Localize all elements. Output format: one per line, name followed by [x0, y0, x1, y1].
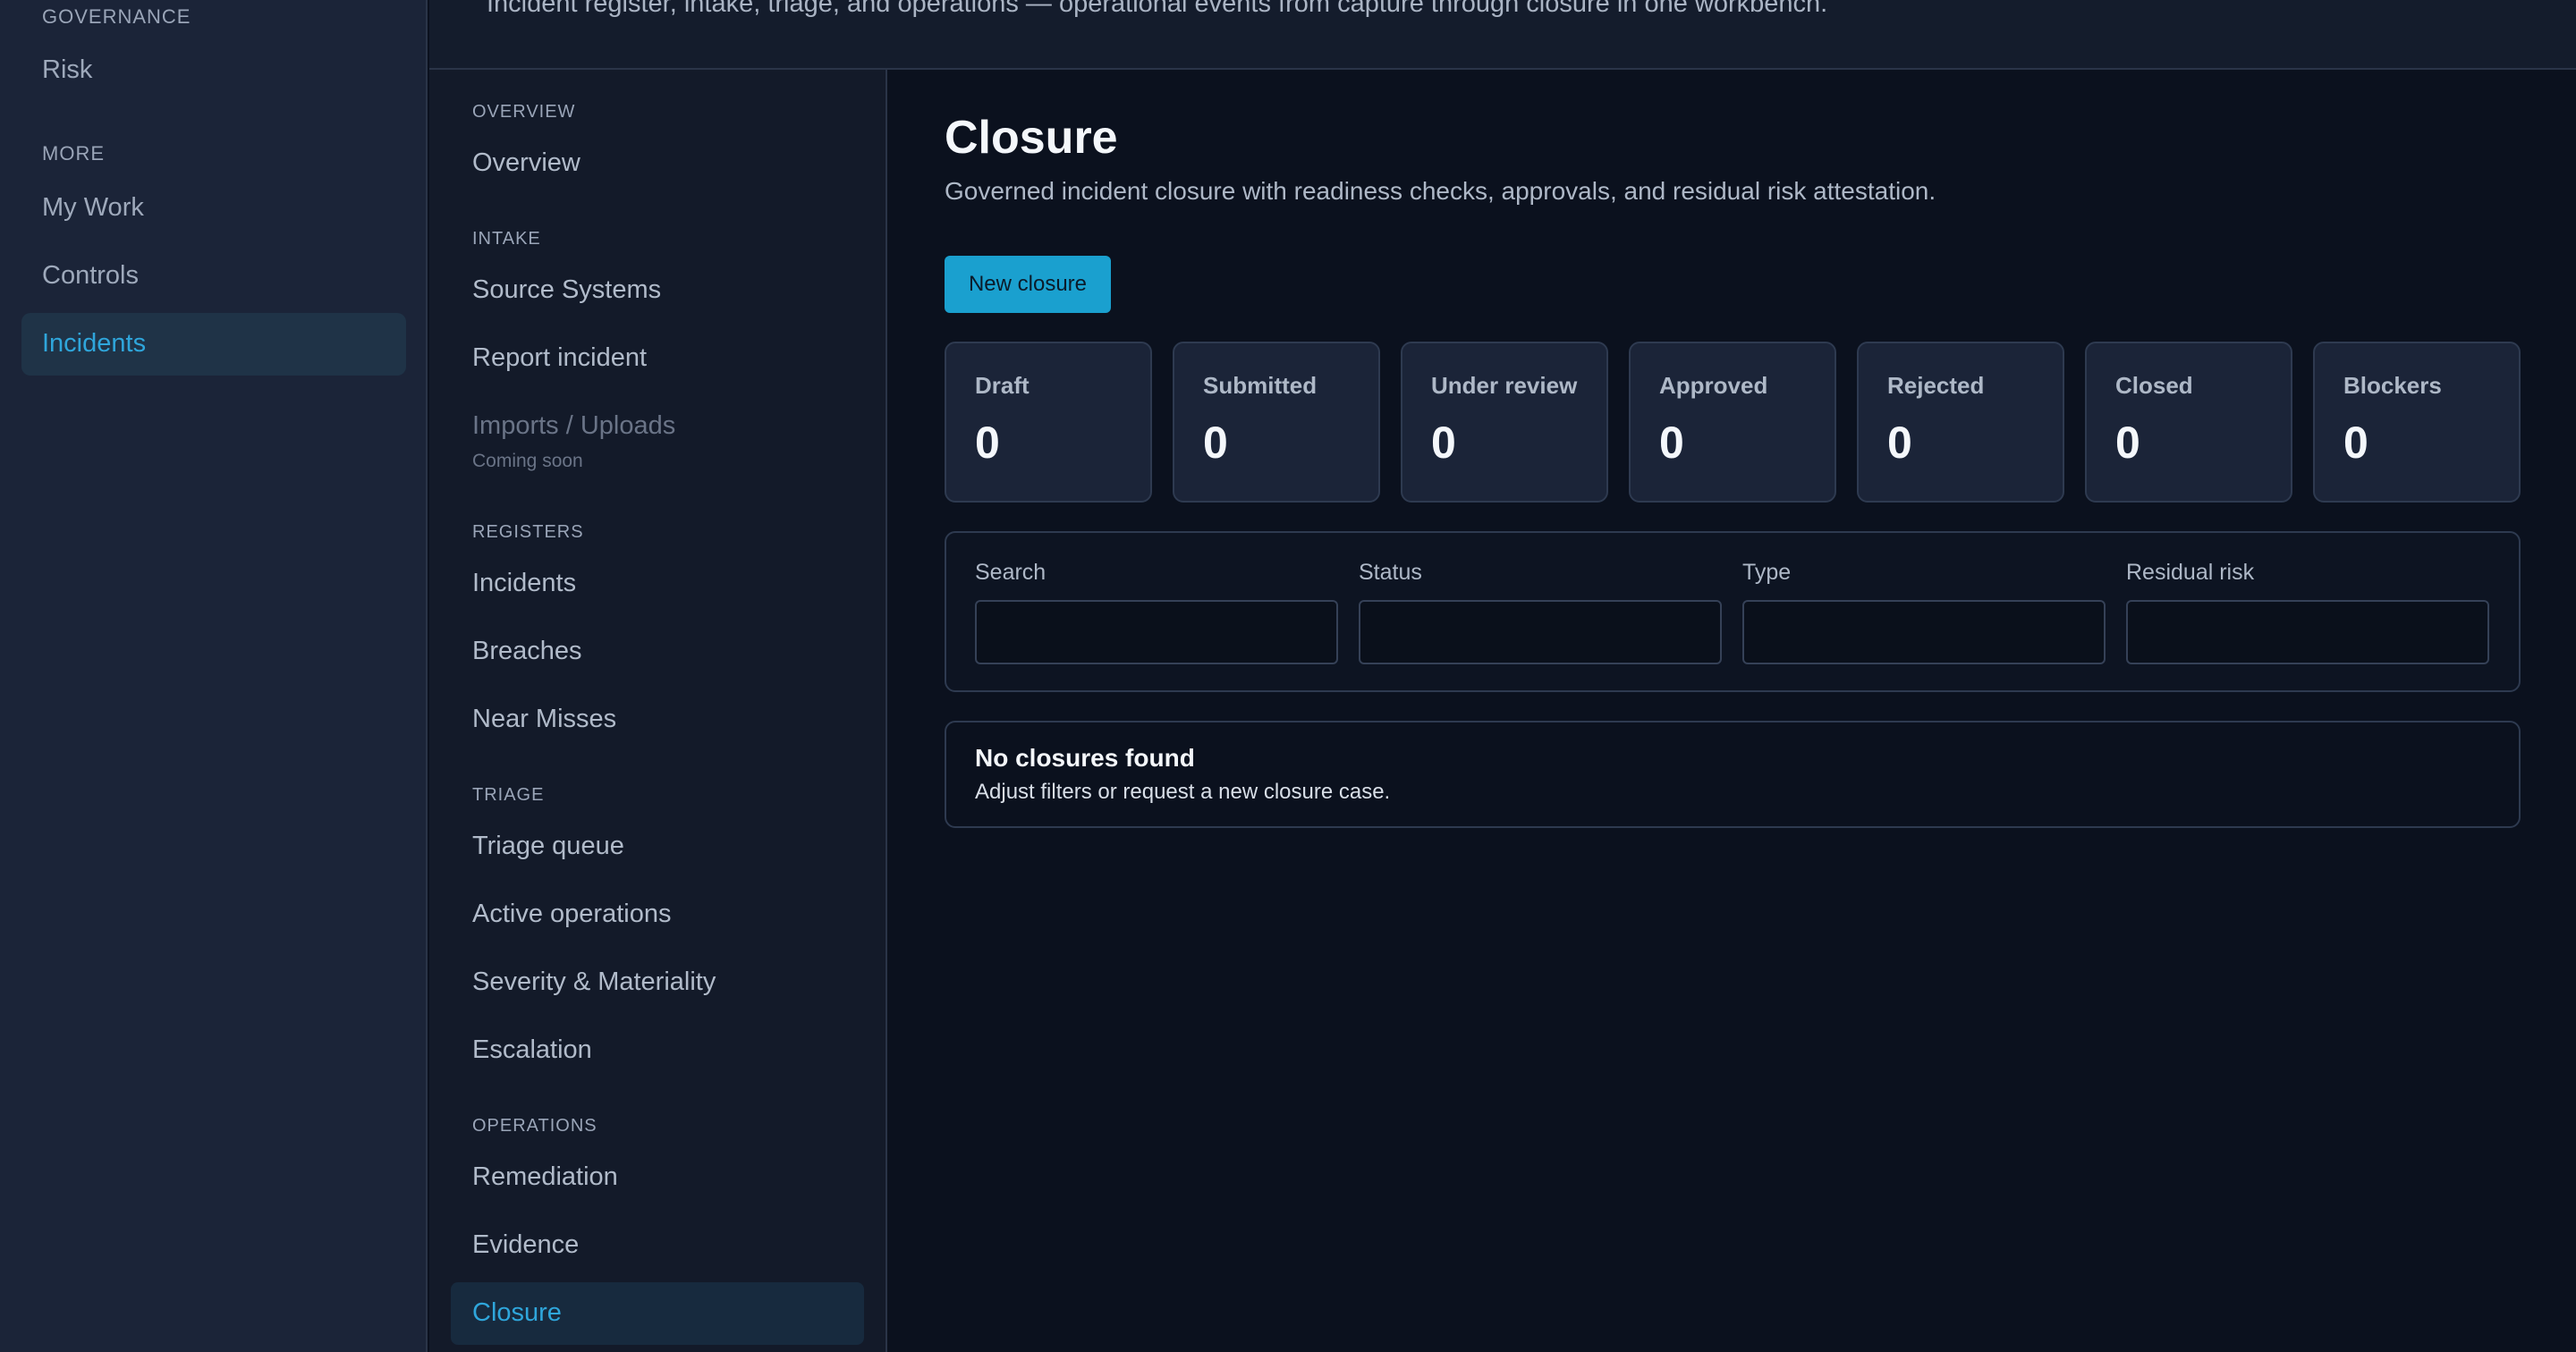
stat-label: Approved — [1659, 372, 1768, 399]
subnav-item-escalation[interactable]: Escalation — [472, 1035, 592, 1065]
filter-search: Search — [975, 560, 1338, 664]
coming-soon-note: Coming soon — [472, 451, 583, 471]
filter-panel: Search Status Type Residual risk — [945, 531, 2521, 692]
stat-label: Submitted — [1203, 372, 1318, 399]
filter-label-status: Status — [1359, 560, 1422, 585]
module-header: Incident register, intake, triage, and o… — [429, 0, 2576, 70]
stat-value: 0 — [1431, 418, 1456, 468]
closure-main: Closure Governed incident closure with r… — [887, 70, 2576, 1352]
sidebar-item-risk[interactable]: Risk — [42, 55, 92, 85]
subnav-section-registers: REGISTERS — [472, 522, 584, 542]
filter-residual-risk: Residual risk — [2126, 560, 2489, 664]
empty-state: No closures found Adjust filters or requ… — [945, 721, 2521, 828]
empty-state-text: Adjust filters or request a new closure … — [975, 780, 1391, 804]
type-select[interactable] — [1742, 600, 2106, 664]
subnav-item-near-misses[interactable]: Near Misses — [472, 705, 616, 734]
subnav-item-incidents[interactable]: Incidents — [472, 569, 576, 598]
subnav-item-imports-uploads: Imports / Uploads — [472, 411, 676, 440]
stat-value: 0 — [2343, 418, 2368, 468]
sidebar-item-controls[interactable]: Controls — [42, 261, 139, 291]
filter-status: Status — [1359, 560, 1722, 664]
main-sidebar: GOVERNANCE Risk MORE My Work Controls In… — [0, 0, 428, 1352]
stat-card-blockers: Blockers 0 — [2313, 342, 2521, 503]
empty-state-title: No closures found — [975, 744, 1195, 772]
subnav-section-triage: TRIAGE — [472, 785, 545, 805]
stat-card-draft: Draft 0 — [945, 342, 1152, 503]
subnav-item-source-systems[interactable]: Source Systems — [472, 275, 661, 305]
stat-label: Draft — [975, 372, 1030, 399]
stat-value: 0 — [975, 418, 1000, 468]
stat-value: 0 — [2115, 418, 2140, 468]
stat-label: Rejected — [1887, 372, 1985, 399]
stat-label: Blockers — [2343, 372, 2442, 399]
stat-label: Closed — [2115, 372, 2193, 399]
sidebar-item-incidents[interactable]: Incidents — [42, 329, 146, 359]
subnav-item-overview[interactable]: Overview — [472, 148, 580, 178]
subnav-item-report-incident[interactable]: Report incident — [472, 343, 647, 373]
sidebar-section-governance: GOVERNANCE — [42, 5, 191, 28]
incident-subnav: OVERVIEW Overview INTAKE Source Systems … — [429, 70, 887, 1352]
filter-type: Type — [1742, 560, 2106, 664]
module-description: Incident register, intake, triage, and o… — [487, 0, 1828, 18]
residual-risk-select[interactable] — [2126, 600, 2489, 664]
stat-card-approved: Approved 0 — [1629, 342, 1836, 503]
subnav-section-intake: INTAKE — [472, 229, 541, 249]
page-subtitle: Governed incident closure with readiness… — [945, 177, 1936, 205]
stat-card-under-review: Under review 0 — [1401, 342, 1608, 503]
page-title: Closure — [945, 112, 1118, 164]
subnav-item-breaches[interactable]: Breaches — [472, 637, 582, 666]
filter-label-search: Search — [975, 560, 1046, 585]
subnav-item-remediation[interactable]: Remediation — [472, 1162, 618, 1192]
status-select[interactable] — [1359, 600, 1722, 664]
stat-card-submitted: Submitted 0 — [1173, 342, 1380, 503]
stat-value: 0 — [1659, 418, 1684, 468]
stat-value: 0 — [1887, 418, 1912, 468]
sidebar-item-my-work[interactable]: My Work — [42, 193, 144, 223]
filter-label-residual-risk: Residual risk — [2126, 560, 2255, 585]
stat-value: 0 — [1203, 418, 1228, 468]
search-input[interactable] — [975, 600, 1338, 664]
sidebar-section-more: MORE — [42, 142, 105, 165]
subnav-item-triage-queue[interactable]: Triage queue — [472, 832, 624, 861]
new-closure-button[interactable]: New closure — [945, 256, 1111, 313]
subnav-item-severity-materiality[interactable]: Severity & Materiality — [472, 968, 716, 997]
stat-card-closed: Closed 0 — [2085, 342, 2292, 503]
app-root: GOVERNANCE Risk MORE My Work Controls In… — [0, 0, 2576, 1352]
filter-label-type: Type — [1742, 560, 1792, 585]
stat-card-rejected: Rejected 0 — [1857, 342, 2064, 503]
subnav-item-closure[interactable]: Closure — [472, 1298, 562, 1328]
subnav-section-overview: OVERVIEW — [472, 102, 576, 122]
stat-label: Under review — [1431, 372, 1578, 399]
subnav-item-evidence[interactable]: Evidence — [472, 1230, 579, 1260]
subnav-item-active-operations[interactable]: Active operations — [472, 900, 671, 929]
status-stats: Draft 0 Submitted 0 Under review 0 Appro… — [945, 342, 2521, 503]
subnav-section-operations: OPERATIONS — [472, 1116, 597, 1136]
